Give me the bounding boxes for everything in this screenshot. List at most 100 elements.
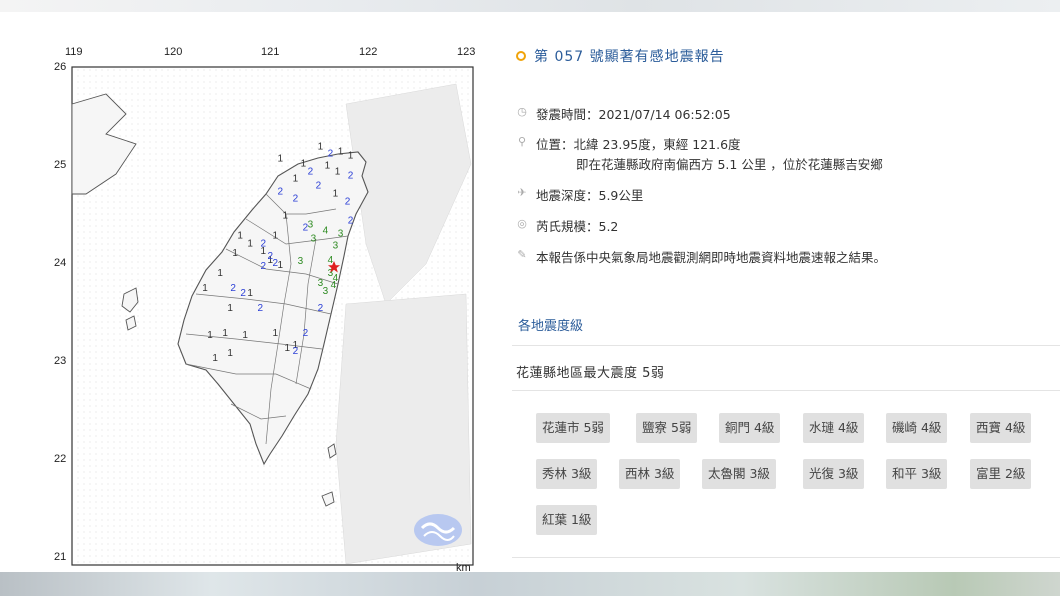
station-intensity-38: 1 — [232, 248, 238, 259]
report-title: 第 057 號顯著有感地震報告 — [534, 49, 725, 65]
magnitude-text: 芮氏規模：5.2 — [536, 219, 619, 234]
lat-label-21: 21 — [54, 551, 67, 563]
station-intensity-52: 1 — [242, 330, 248, 341]
info-source: ✎ 本報告係中央氣象局地震觀測網即時地震資料地震速報之結果。 — [516, 247, 886, 266]
station-intensity-3: 1 — [348, 151, 354, 162]
chip-xilin: 西林 3級 — [619, 459, 681, 489]
station-intensity-9: 1 — [335, 167, 341, 178]
station-intensity-59: 2 — [293, 346, 299, 357]
station-intensity-20: 4 — [323, 225, 329, 236]
info-magnitude: ◎ 芮氏規模：5.2 — [516, 216, 618, 235]
station-intensity-44: 2 — [230, 283, 236, 294]
station-intensity-33: 1 — [247, 238, 253, 249]
station-intensity-23: 2 — [348, 215, 354, 226]
lon-label-119: 119 — [65, 46, 83, 58]
station-intensity-49: 2 — [318, 303, 324, 314]
location-pin-icon: ⚲ — [517, 135, 527, 148]
station-intensity-7: 2 — [308, 167, 314, 178]
intensity-map: 1211111211221222112343323343434311211212… — [46, 44, 484, 574]
station-intensity-8: 1 — [325, 161, 331, 172]
chip-hualien-city: 花蓮市 5弱 — [536, 413, 610, 443]
station-intensity-30: 4 — [331, 280, 337, 291]
cwb-logo — [414, 514, 462, 546]
info-time: ◷ 發震時間：2021/07/14 06:52:05 — [516, 104, 731, 123]
station-intensity-17: 1 — [273, 230, 279, 241]
info-depth: ✈ 地震深度：5.9公里 — [516, 185, 643, 204]
station-intensity-40: 1 — [217, 268, 223, 279]
chip-guangfu: 光復 3級 — [803, 459, 865, 489]
lat-label-22: 22 — [54, 453, 67, 465]
station-intensity-51: 1 — [222, 328, 228, 339]
lat-label-25: 25 — [54, 159, 67, 171]
source-note-text: 本報告係中央氣象局地震觀測網即時地震資料地震速報之結果。 — [536, 250, 887, 265]
station-intensity-56: 1 — [285, 343, 291, 354]
station-intensity-46: 1 — [247, 288, 253, 299]
station-intensity-24: 3 — [311, 233, 317, 244]
station-intensity-54: 2 — [303, 328, 309, 339]
chip-taroko: 太魯閣 3級 — [702, 459, 776, 489]
depth-text: 地震深度：5.9公里 — [536, 188, 644, 203]
info-location: ⚲ 位置：北緯 23.95度，東經 121.6度 — [516, 134, 741, 153]
bottom-blur-bar — [0, 572, 1060, 596]
ring-bullet-icon — [516, 51, 526, 61]
location-text: 位置：北緯 23.95度，東經 121.6度 — [536, 134, 741, 153]
divider-mid — [512, 390, 1060, 391]
chip-xiulin: 秀林 3級 — [536, 459, 598, 489]
lat-label-24: 24 — [54, 257, 67, 269]
station-intensity-12: 1 — [333, 189, 339, 200]
station-intensity-48: 2 — [258, 303, 264, 314]
station-intensity-57: 1 — [227, 348, 233, 359]
chip-heping: 和平 3級 — [886, 459, 948, 489]
divider-top — [512, 345, 1060, 346]
station-intensity-21: 3 — [338, 228, 344, 239]
map-canvas: 12 1 11 11211 221222112 34 33233 43 43 4311 211212… — [71, 66, 474, 566]
time-text: 發震時間：2021/07/14 06:52:05 — [536, 107, 731, 122]
station-intensity-4: 1 — [278, 154, 284, 165]
station-intensity-14: 2 — [278, 187, 284, 198]
chip-fuli: 富里 2級 — [970, 459, 1032, 489]
station-intensity-50: 1 — [207, 330, 213, 341]
station-intensity-19: 3 — [308, 219, 314, 230]
station-intensity-25: 3 — [298, 256, 304, 267]
chip-shuilian: 水璉 4級 — [803, 413, 865, 443]
magnitude-icon: ◎ — [517, 217, 527, 230]
lon-label-122: 122 — [359, 46, 378, 58]
location-detail-text: 即在花蓮縣政府南偏西方 5.1 公里 ，位於花蓮縣吉安鄉 — [576, 157, 883, 172]
station-intensity-1: 2 — [328, 149, 334, 160]
intensity-levels-link[interactable]: 各地震度級 — [518, 315, 583, 334]
report-title-row: 第 057 號顯著有感地震報告 — [516, 46, 725, 66]
chip-jiqi: 磯崎 4級 — [886, 413, 948, 443]
chip-yanliao: 鹽寮 5弱 — [636, 413, 698, 443]
max-intensity-text: 花蓮縣地區最大震度 5弱 — [516, 366, 665, 381]
station-intensity-53: 1 — [273, 328, 279, 339]
station-intensity-13: 2 — [345, 196, 351, 207]
station-intensity-47: 1 — [227, 303, 233, 314]
station-intensity-6: 1 — [293, 174, 299, 185]
clock-icon: ◷ — [517, 105, 527, 118]
lat-label-23: 23 — [54, 355, 67, 367]
lon-label-121: 121 — [261, 46, 280, 58]
lon-label-123: 123 — [457, 46, 476, 58]
station-intensity-41: 1 — [278, 260, 284, 271]
station-intensity-42: 2 — [273, 258, 279, 269]
station-intensity-15: 2 — [293, 194, 299, 205]
station-intensity-32: 1 — [237, 230, 243, 241]
info-icon: ✎ — [517, 248, 527, 261]
station-intensity-10: 2 — [348, 171, 354, 182]
station-intensity-43: 1 — [202, 283, 208, 294]
station-intensity-31: 3 — [323, 286, 329, 297]
station-intensity-58: 1 — [212, 353, 218, 364]
chip-hongye: 紅葉 1級 — [536, 505, 598, 535]
station-intensity-2: 1 — [338, 147, 344, 158]
lat-label-26: 26 — [54, 61, 67, 73]
top-blur-bar — [0, 0, 1060, 12]
station-intensity-39: 2 — [261, 261, 267, 272]
station-intensity-16: 1 — [283, 210, 289, 221]
info-location-detail: 即在花蓮縣政府南偏西方 5.1 公里 ，位於花蓮縣吉安鄉 — [576, 154, 883, 173]
lon-label-120: 120 — [164, 46, 183, 58]
station-intensity-0: 1 — [318, 142, 324, 153]
chip-tongmen: 銅門 4級 — [719, 413, 781, 443]
chip-xibao: 西寶 4級 — [970, 413, 1032, 443]
divider-bottom — [512, 557, 1060, 558]
station-intensity-11: 2 — [316, 181, 322, 192]
